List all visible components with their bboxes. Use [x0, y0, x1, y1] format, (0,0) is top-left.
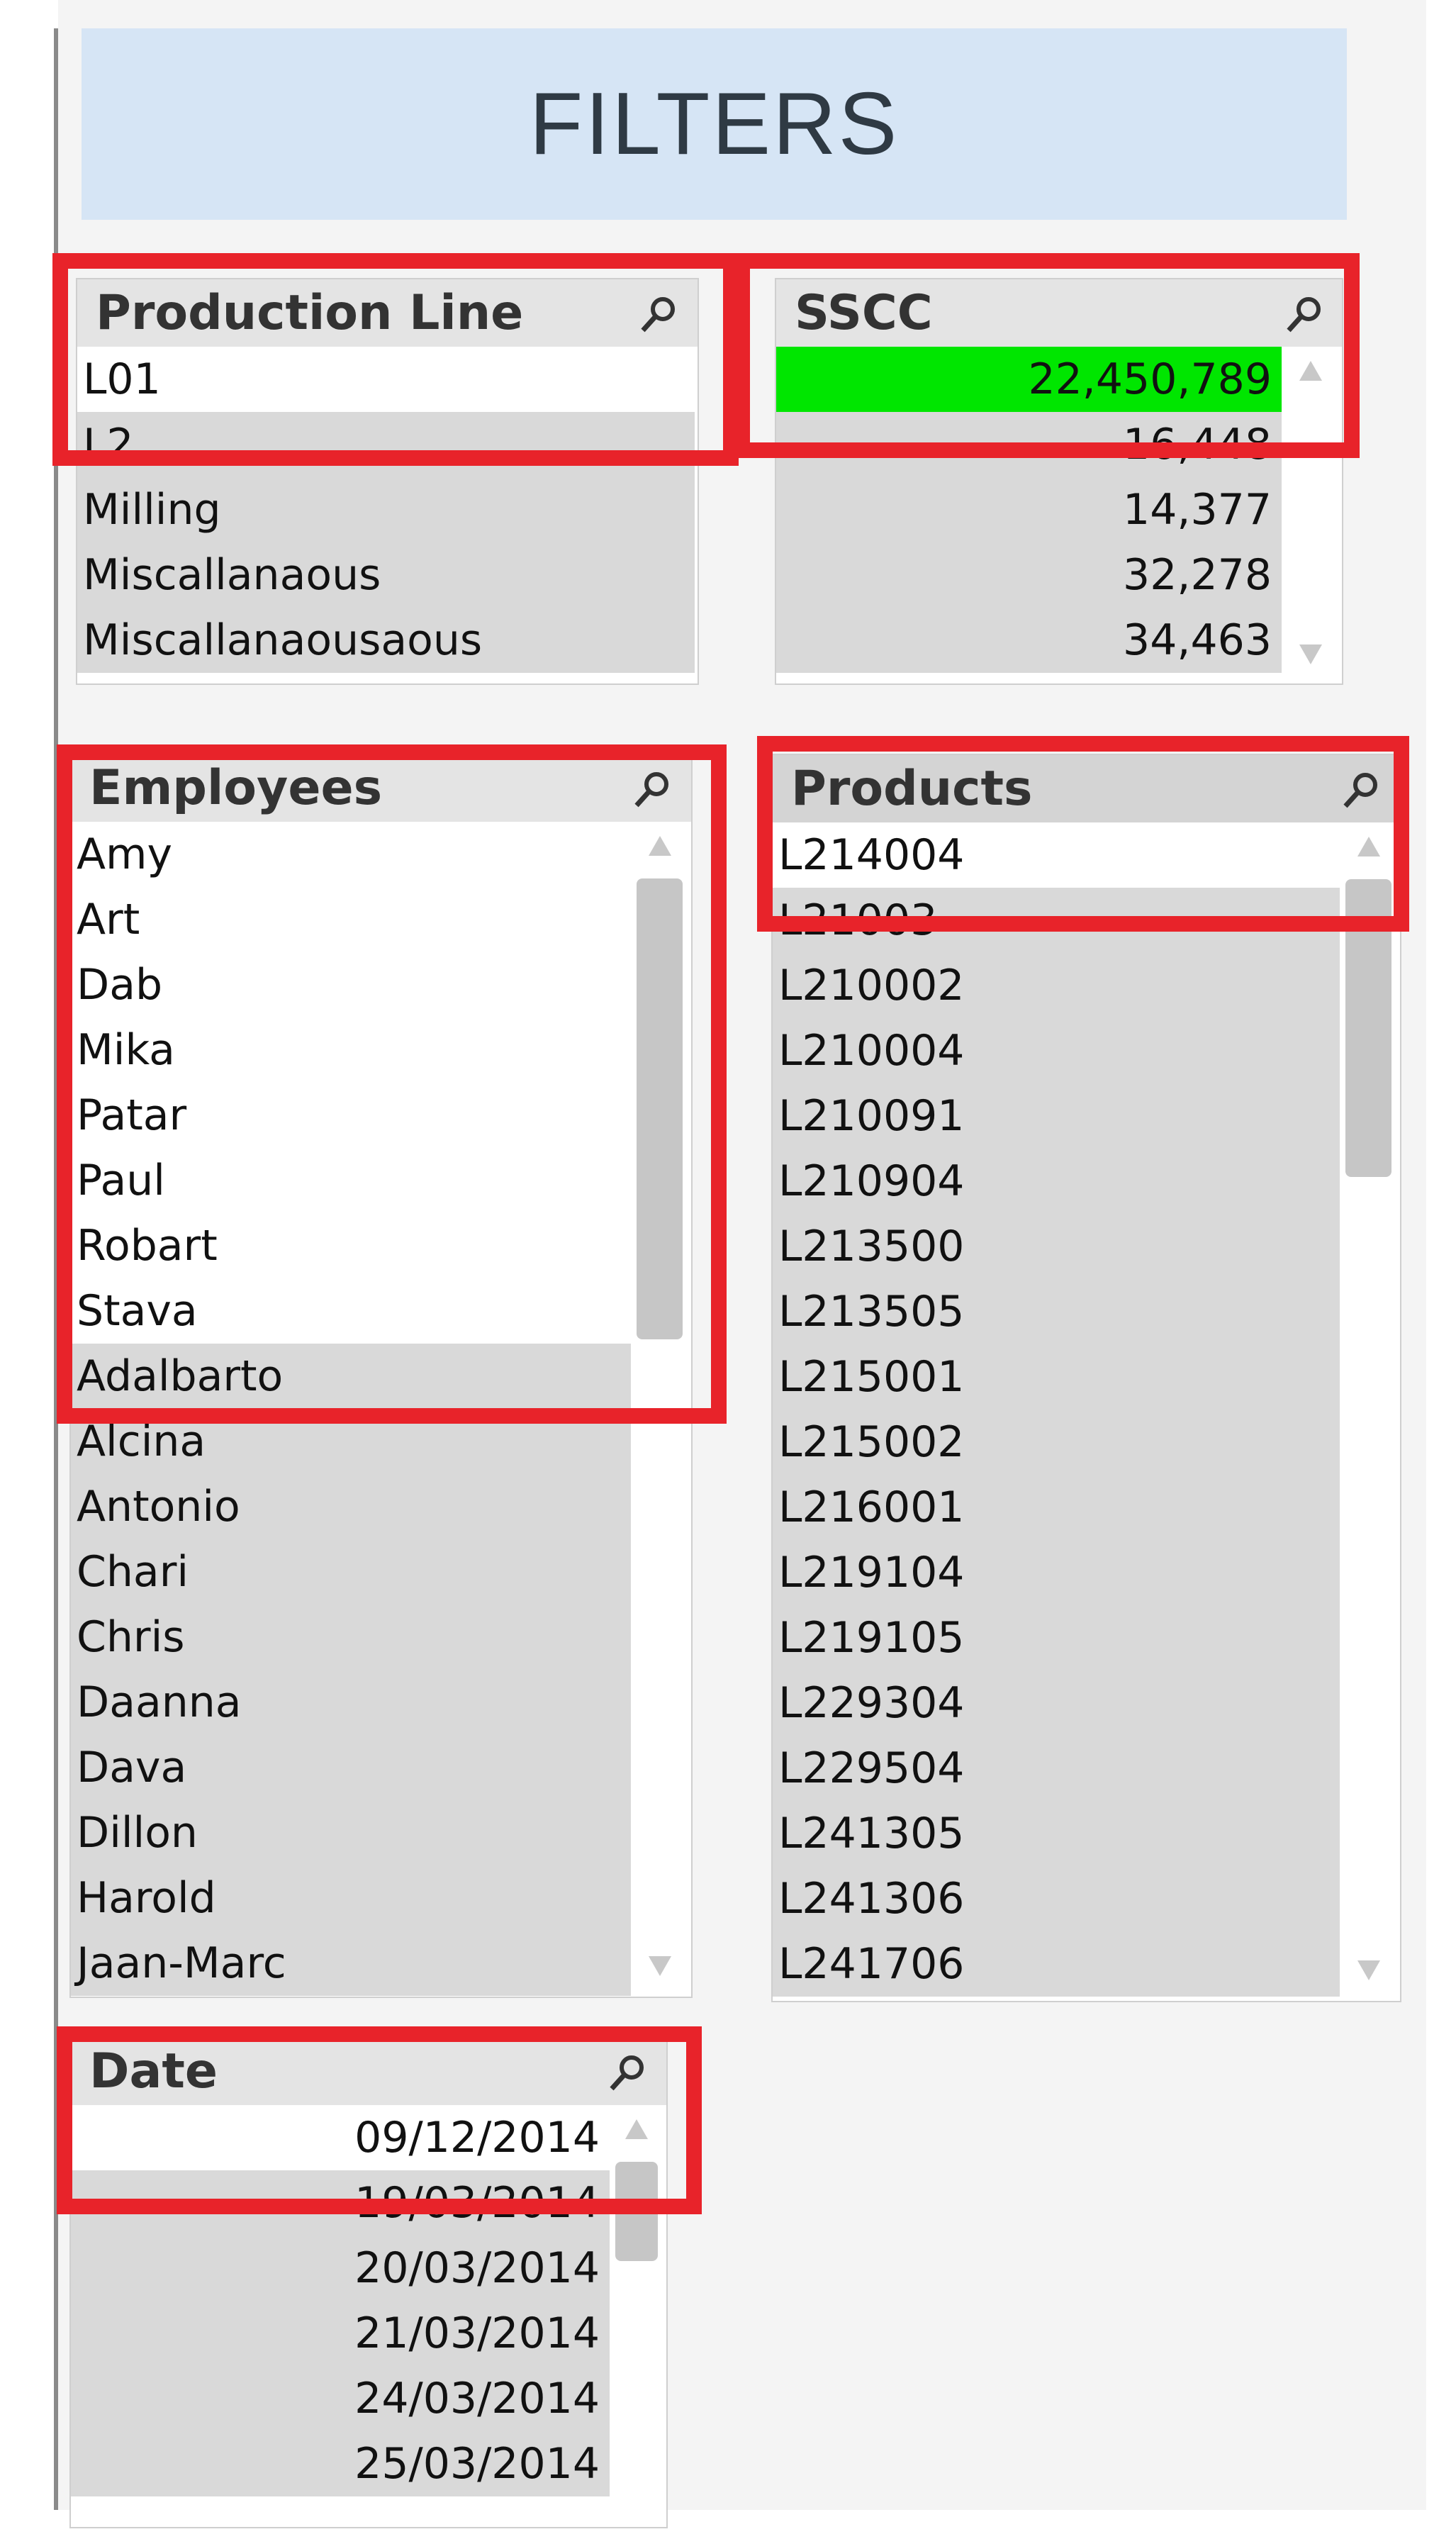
products-title: Products: [791, 761, 1033, 817]
list-item[interactable]: Jaan-Marc: [71, 1931, 631, 1996]
date-title: Date: [89, 2043, 218, 2099]
list-item[interactable]: L210904: [773, 1149, 1340, 1214]
scroll-down-icon[interactable]: [649, 1956, 671, 1976]
list-item[interactable]: 34,463: [776, 608, 1282, 673]
list-item[interactable]: Miscallanaousaous: [77, 608, 695, 673]
employees-title: Employees: [89, 760, 383, 816]
products-scroll-thumb[interactable]: [1345, 879, 1391, 1177]
list-item[interactable]: L01: [77, 347, 695, 412]
scroll-up-icon[interactable]: [1299, 361, 1322, 381]
list-item[interactable]: L210004: [773, 1018, 1340, 1083]
list-item[interactable]: Paul: [71, 1148, 631, 1213]
date-listbox[interactable]: Date 09/12/2014 19/03/2014 20/03/2014 21…: [69, 2036, 668, 2528]
list-item[interactable]: Daanna: [71, 1670, 631, 1735]
production-line-title: Production Line: [96, 285, 524, 341]
list-item[interactable]: L215001: [773, 1344, 1340, 1410]
list-item[interactable]: Chari: [71, 1539, 631, 1605]
list-item[interactable]: Stava: [71, 1278, 631, 1344]
list-item[interactable]: Art: [71, 887, 631, 952]
employees-scrollbar[interactable]: [631, 822, 688, 1994]
list-item[interactable]: L219104: [773, 1540, 1340, 1605]
employees-caption[interactable]: Employees: [71, 754, 691, 822]
list-item[interactable]: L214004: [773, 822, 1340, 888]
scroll-up-icon[interactable]: [649, 836, 671, 856]
list-item[interactable]: Alcina: [71, 1409, 631, 1474]
list-item[interactable]: Milling: [77, 477, 695, 542]
products-listbox[interactable]: Products L214004 L21003 L210002 L210004 …: [771, 754, 1401, 2002]
list-item[interactable]: Dillon: [71, 1800, 631, 1865]
list-item[interactable]: 24/03/2014: [71, 2366, 610, 2431]
list-item[interactable]: L241706: [773, 1931, 1340, 1997]
list-item[interactable]: Chris: [71, 1605, 631, 1670]
employees-listbox[interactable]: Employees Amy Art Dab Mika Patar Paul Ro…: [69, 753, 693, 1998]
list-item[interactable]: 21/03/2014: [71, 2301, 610, 2366]
list-item[interactable]: L21003: [773, 888, 1340, 953]
search-icon[interactable]: [1340, 769, 1382, 812]
search-icon[interactable]: [606, 2052, 649, 2094]
list-item[interactable]: Patar: [71, 1083, 631, 1148]
search-icon[interactable]: [1283, 294, 1326, 336]
list-item[interactable]: L229504: [773, 1736, 1340, 1801]
scroll-up-icon[interactable]: [1357, 837, 1380, 856]
list-item[interactable]: 09/12/2014: [71, 2105, 610, 2170]
list-item[interactable]: L210002: [773, 953, 1340, 1018]
scroll-down-icon[interactable]: [1299, 644, 1322, 664]
employees-scroll-thumb[interactable]: [637, 878, 683, 1339]
list-item[interactable]: Adalbarto: [71, 1344, 631, 1409]
date-caption[interactable]: Date: [71, 2038, 666, 2105]
sscc-title: SSCC: [795, 285, 933, 341]
list-item[interactable]: 16,448: [776, 412, 1282, 477]
list-item[interactable]: Dava: [71, 1735, 631, 1800]
list-item[interactable]: 19/03/2014: [71, 2170, 610, 2236]
list-item[interactable]: Antonio: [71, 1474, 631, 1539]
date-scrollbar[interactable]: [610, 2105, 663, 2524]
panel-left-border: [54, 28, 58, 2510]
list-item[interactable]: Amy: [71, 822, 631, 887]
list-item[interactable]: 22,450,789: [776, 347, 1282, 412]
list-item[interactable]: Harold: [71, 1865, 631, 1931]
production-line-caption[interactable]: Production Line: [77, 279, 698, 347]
list-item[interactable]: Dab: [71, 952, 631, 1017]
list-item[interactable]: L229304: [773, 1670, 1340, 1736]
date-scroll-thumb[interactable]: [615, 2162, 658, 2261]
search-icon[interactable]: [631, 769, 673, 811]
list-item[interactable]: L241305: [773, 1801, 1340, 1866]
scroll-up-icon[interactable]: [625, 2119, 648, 2139]
list-item[interactable]: L210091: [773, 1083, 1340, 1149]
list-item[interactable]: Mika: [71, 1017, 631, 1083]
list-item[interactable]: 20/03/2014: [71, 2236, 610, 2301]
list-item[interactable]: 25/03/2014: [71, 2431, 610, 2496]
sscc-caption[interactable]: SSCC: [776, 279, 1342, 347]
list-item[interactable]: 14,377: [776, 477, 1282, 542]
products-caption[interactable]: Products: [773, 755, 1400, 822]
list-item[interactable]: L213500: [773, 1214, 1340, 1279]
production-line-listbox[interactable]: Production Line L01 L2 Milling Miscallan…: [76, 278, 699, 685]
products-scrollbar[interactable]: [1340, 822, 1397, 1998]
list-item[interactable]: L216001: [773, 1475, 1340, 1540]
sscc-listbox[interactable]: SSCC 22,450,789 16,448 14,377 32,278 34,…: [775, 278, 1343, 685]
list-item[interactable]: L2: [77, 412, 695, 477]
list-item[interactable]: L241306: [773, 1866, 1340, 1931]
list-item[interactable]: Miscallanaous: [77, 542, 695, 608]
list-item[interactable]: L213505: [773, 1279, 1340, 1344]
list-item[interactable]: Robart: [71, 1213, 631, 1278]
list-item[interactable]: L219105: [773, 1605, 1340, 1670]
list-item[interactable]: 32,278: [776, 542, 1282, 608]
list-item[interactable]: L215002: [773, 1410, 1340, 1475]
filters-banner: FILTERS: [82, 28, 1347, 220]
scroll-down-icon[interactable]: [1357, 1960, 1380, 1980]
sscc-scrollbar[interactable]: [1282, 347, 1339, 681]
page-title: FILTERS: [529, 75, 900, 173]
search-icon[interactable]: [637, 294, 680, 336]
